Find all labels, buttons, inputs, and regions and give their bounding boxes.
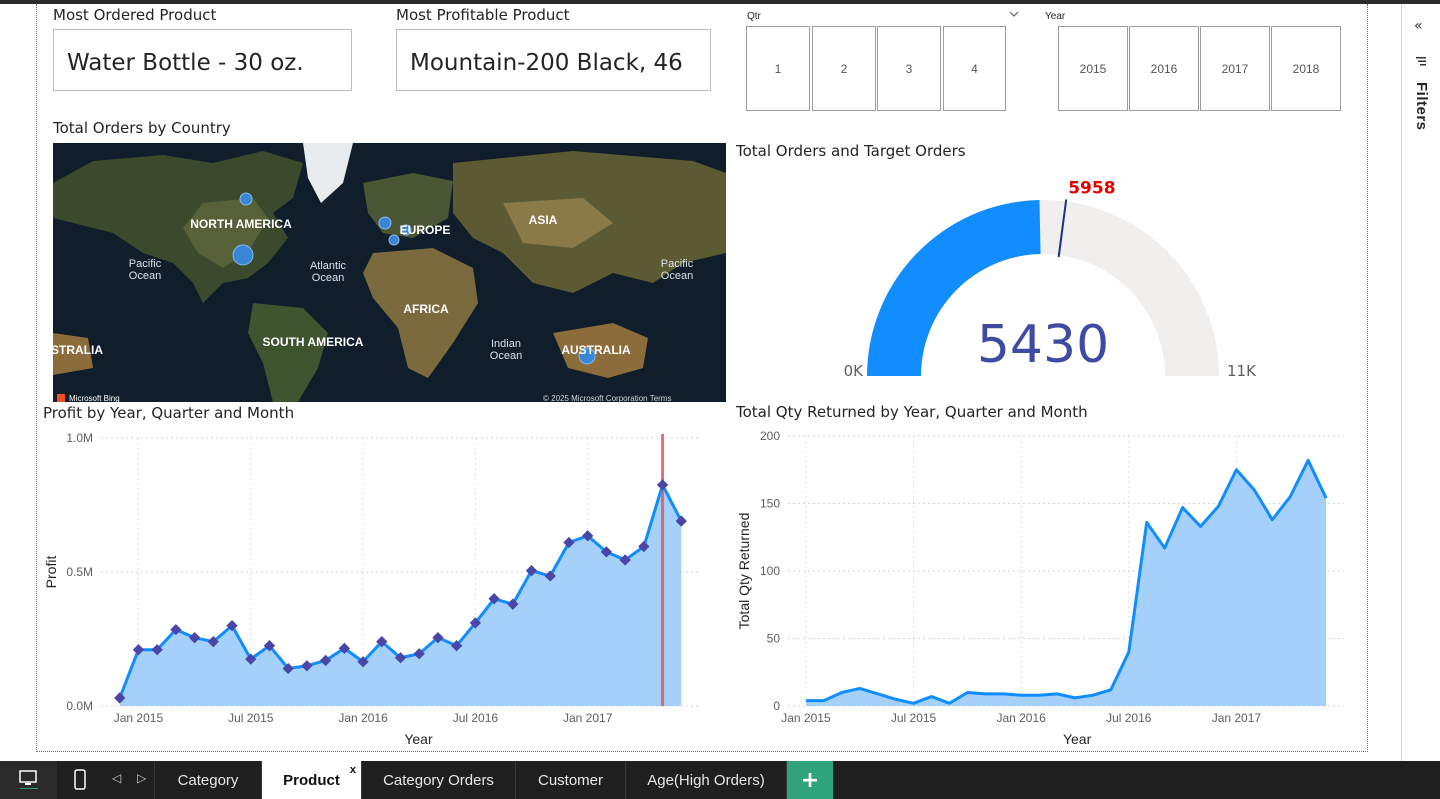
qtr-option-3[interactable]: 3 — [877, 26, 941, 111]
chevron-down-icon[interactable] — [1007, 7, 1021, 21]
map-label-africa: AFRICA — [403, 302, 449, 316]
tab-customer[interactable]: Customer — [516, 761, 626, 799]
x-tick-label: Jan 2016 — [338, 711, 388, 725]
year-slicer-title: Year — [1045, 11, 1066, 22]
orders-map[interactable]: NORTH AMERICA EUROPE ASIA Pacific Ocean A… — [53, 143, 726, 402]
qtr-option-4[interactable]: 4 — [943, 26, 1006, 111]
profit-chart-title: Profit by Year, Quarter and Month — [43, 404, 295, 422]
returns-chart-title: Total Qty Returned by Year, Quarter and … — [736, 403, 1088, 421]
area-fill — [805, 460, 1327, 706]
qtr-option-1[interactable]: 1 — [746, 26, 810, 111]
tab-age-high-orders[interactable]: Age(High Orders) — [626, 761, 787, 799]
map-label-australia: AUSTRALIA — [561, 343, 631, 357]
most-ordered-title: Most Ordered Product — [53, 6, 217, 24]
most-ordered-value: Water Bottle - 30 oz. — [67, 50, 304, 76]
most-profitable-card: Mountain-200 Black, 46 — [396, 29, 711, 91]
gauge-target-label: 5958 — [1068, 179, 1115, 199]
map-label-pacific-west: Pacific Ocean — [129, 258, 162, 282]
data-point[interactable] — [656, 479, 669, 491]
world-map-graphic: NORTH AMERICA EUROPE ASIA Pacific Ocean A… — [53, 143, 726, 402]
area-fill — [119, 484, 682, 706]
page-tab-bar: ◁ ▷ Category Product x Category Orders C… — [0, 761, 1440, 799]
filter-icon — [1416, 57, 1426, 66]
x-tick-label: Jan 2017 — [563, 711, 613, 725]
gauge-value-label: 5430 — [977, 315, 1109, 375]
map-label-pacific-east: Pacific Ocean — [661, 258, 694, 282]
year-option-2015[interactable]: 2015 — [1058, 26, 1128, 111]
qtr-slicer-title: Qtr — [747, 11, 761, 22]
x-tick-label: Jan 2017 — [1212, 711, 1262, 725]
most-profitable-title: Most Profitable Product — [396, 6, 570, 24]
x-axis-title: Year — [404, 731, 433, 747]
map-attribution-right: © 2025 Microsoft Corporation Terms — [543, 394, 671, 402]
y-axis-title: Profit — [43, 556, 59, 589]
map-label-north-america: NORTH AMERICA — [190, 217, 292, 231]
gauge-min-label: 0K — [844, 362, 865, 380]
y-tick-label: 0 — [773, 699, 780, 713]
map-label-south-america: SOUTH AMERICA — [263, 335, 364, 349]
tab-category[interactable]: Category — [154, 761, 262, 799]
map-label-indian-ocean: Indian Ocean — [490, 338, 522, 362]
map-label-atlantic: Atlantic Ocean — [310, 260, 347, 284]
y-tick-label: 0.0M — [66, 699, 93, 713]
gauge-max-label: 11K — [1227, 362, 1257, 380]
filters-label[interactable]: Filters — [1413, 82, 1430, 131]
profit-area-chart[interactable]: 0.0M 0.5M 1.0M Jan 2015 Jul 2015 Jan 2016 Jul … — [38, 425, 710, 750]
x-tick-label: Jan 2015 — [781, 711, 831, 725]
map-label-asia: ASIA — [529, 213, 558, 227]
microsoft-logo-icon — [57, 394, 65, 402]
qtr-option-2[interactable]: 2 — [812, 26, 876, 111]
map-label-australia-wrap: STRALIA — [53, 343, 103, 357]
y-tick-label: 1.0M — [66, 431, 93, 445]
x-tick-label: Jul 2016 — [453, 711, 499, 725]
y-tick-label: 100 — [760, 564, 780, 578]
prev-arrow-icon[interactable]: ◁ — [112, 771, 121, 785]
gauge-title: Total Orders and Target Orders — [736, 142, 966, 160]
most-ordered-card: Water Bottle - 30 oz. — [53, 29, 352, 91]
desktop-icon — [19, 770, 38, 789]
most-profitable-value: Mountain-200 Black, 46 — [410, 50, 683, 76]
x-tick-label: Jul 2015 — [228, 711, 274, 725]
returns-area-chart[interactable]: 0 50 100 150 200 Jan 2015 Jul 2015 Jan 2016 Jul … — [732, 425, 1352, 750]
year-option-2016[interactable]: 2016 — [1129, 26, 1199, 111]
x-axis-title: Year — [1063, 731, 1092, 747]
orders-gauge[interactable]: 5958 5430 0K 11K — [736, 165, 1376, 385]
y-tick-label: 0.5M — [66, 565, 93, 579]
year-option-2017[interactable]: 2017 — [1200, 26, 1270, 111]
desktop-view-button[interactable] — [0, 761, 57, 799]
x-tick-label: Jul 2016 — [1106, 711, 1152, 725]
y-tick-label: 150 — [760, 497, 780, 511]
tab-product-label: Product — [283, 771, 340, 789]
year-option-2018[interactable]: 2018 — [1271, 26, 1341, 111]
tab-product[interactable]: Product x — [262, 761, 362, 799]
y-tick-label: 200 — [760, 429, 780, 443]
collapse-icon[interactable]: « — [1414, 18, 1423, 34]
map-attribution-left: Microsoft Bing — [69, 394, 120, 402]
close-tab-icon[interactable]: x — [350, 764, 356, 776]
map-label-europe: EUROPE — [400, 223, 451, 237]
x-tick-label: Jan 2015 — [114, 711, 164, 725]
next-arrow-icon[interactable]: ▷ — [137, 771, 146, 785]
x-tick-label: Jul 2015 — [891, 711, 937, 725]
add-page-button[interactable]: + — [787, 761, 833, 799]
tab-category-orders[interactable]: Category Orders — [362, 761, 516, 799]
x-tick-label: Jan 2016 — [996, 711, 1046, 725]
map-title: Total Orders by Country — [53, 119, 231, 137]
y-tick-label: 50 — [767, 632, 781, 646]
filters-pane[interactable]: « Filters — [1401, 4, 1440, 761]
y-axis-title: Total Qty Returned — [736, 513, 752, 630]
phone-icon[interactable] — [73, 769, 87, 791]
